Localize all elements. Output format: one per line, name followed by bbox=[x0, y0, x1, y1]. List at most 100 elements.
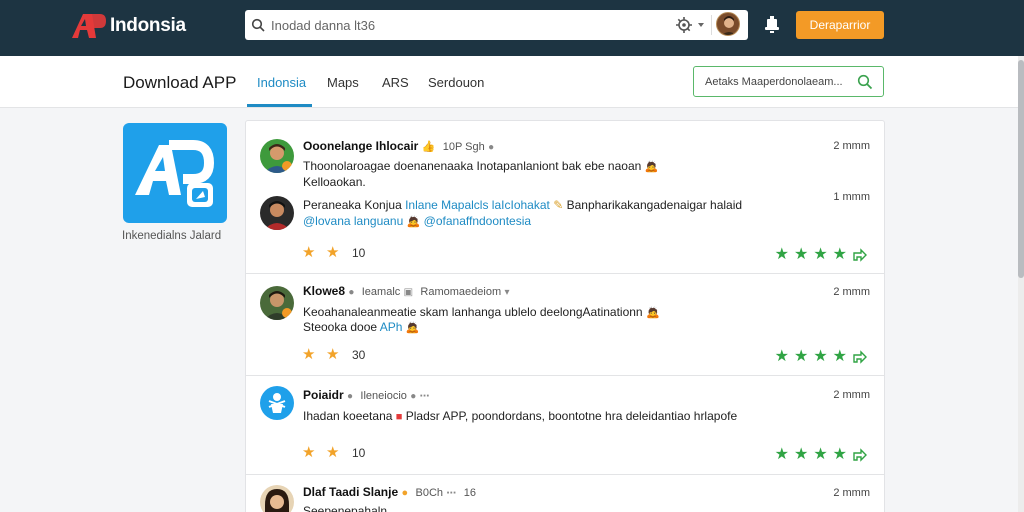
ap-logo-icon bbox=[72, 14, 106, 38]
author-name: Ooonelange Ihlocair bbox=[303, 139, 419, 153]
tab-indonsia[interactable]: Indonsia bbox=[257, 75, 306, 90]
star-icon[interactable]: ★ bbox=[302, 345, 315, 363]
avatar[interactable] bbox=[260, 286, 294, 320]
author-name: Dlaf Taadi Slanje bbox=[303, 485, 399, 499]
reply-rest: Banpharikakangadenaigar halaid bbox=[566, 198, 743, 212]
list-item: Ooonelange Ihlocair 👍 10P Sgh ● 2 mmm Th… bbox=[246, 121, 884, 274]
rating-star-icon: ★ bbox=[793, 348, 809, 365]
star-icon[interactable]: ★ bbox=[302, 243, 315, 261]
avatar[interactable] bbox=[260, 196, 294, 230]
rating-star-icon: ★ bbox=[774, 446, 789, 463]
tab-serdouon[interactable]: Serdouon bbox=[428, 75, 484, 90]
rating[interactable]: ★ ★ ★ ★ bbox=[775, 244, 868, 264]
pencil-icon: ✎ bbox=[553, 198, 564, 212]
avatar[interactable] bbox=[260, 386, 294, 420]
logo[interactable]: Indonsia bbox=[70, 12, 186, 40]
post-line: Keoahanaleanmeatie skam lanhanga ublelo … bbox=[303, 305, 643, 319]
chevron-down-icon[interactable]: ▾ bbox=[504, 287, 509, 298]
like-count: 10 bbox=[352, 446, 366, 460]
page-scrollbar[interactable] bbox=[1018, 56, 1024, 512]
badge-icon: ● bbox=[401, 487, 409, 499]
rating[interactable]: ★ ★ ★ ★ bbox=[775, 444, 868, 464]
page-title: Download APP bbox=[123, 73, 237, 92]
share-icon[interactable] bbox=[852, 348, 868, 364]
rating[interactable]: ★ ★ ★ ★ bbox=[775, 346, 868, 366]
badge-icon: ▣ bbox=[403, 287, 414, 298]
more-icon[interactable]: ⋯ bbox=[420, 391, 430, 402]
rating-star-icon: ★ bbox=[793, 246, 809, 263]
post-line: Thoonolaroagae doenanenaaka Inotapanlani… bbox=[303, 159, 642, 173]
notification-icon[interactable] bbox=[764, 16, 780, 34]
reply-text: Peraneaka Konjua Inlane Mapalcls laIcIoh… bbox=[303, 197, 742, 213]
info-icon: ● bbox=[410, 391, 417, 402]
post-line-2a: Steooka dooe bbox=[303, 320, 378, 334]
reply-link[interactable]: Inlane Mapalcls laIcIohakat bbox=[405, 198, 550, 212]
post-author[interactable]: Poiaidr ● Ileneiocio ● ⋯ bbox=[303, 388, 430, 402]
action-button[interactable]: Deraparrior bbox=[796, 11, 884, 39]
post-author[interactable]: Dlaf Taadi Slanje ● B0Ch ⋯ 16 bbox=[303, 485, 476, 499]
share-icon[interactable] bbox=[852, 446, 868, 462]
list-item: Klowe8 ● Ieamalc ▣ Ramomaedeiom ▾ 2 mmm … bbox=[246, 274, 884, 376]
post-meta: Ileneiocio bbox=[360, 390, 407, 402]
rating-star-icon: ★ bbox=[774, 246, 789, 263]
star-icon[interactable]: ★ bbox=[326, 345, 339, 363]
reply-time: 1 mmm bbox=[833, 191, 870, 203]
gear-icon[interactable] bbox=[675, 16, 693, 34]
tab-maps[interactable]: Maps bbox=[327, 75, 359, 90]
tab-ars[interactable]: ARS bbox=[382, 75, 409, 90]
emoji-icon: 🙇 bbox=[644, 161, 659, 173]
post-meta-2: Ramomaedeiom bbox=[420, 286, 502, 298]
emoji-icon: 🙇 bbox=[645, 307, 660, 319]
reply-mentions: @lovana languanu 🙇 @ofanaffndoontesia bbox=[303, 213, 531, 230]
info-icon: ● bbox=[348, 287, 355, 298]
author-name: Klowe8 bbox=[303, 284, 346, 298]
star-icon[interactable]: ★ bbox=[326, 443, 339, 461]
post-time: 2 mmm bbox=[833, 487, 870, 499]
like-count: 30 bbox=[352, 348, 366, 362]
active-tab-indicator bbox=[247, 104, 312, 107]
logo-text: Indonsia bbox=[110, 15, 186, 36]
filter-input[interactable] bbox=[705, 75, 855, 88]
rating-star-icon: ★ bbox=[774, 348, 789, 365]
emoji-icon: 🙇 bbox=[406, 216, 421, 228]
post-link[interactable]: APh bbox=[380, 320, 403, 334]
avatar[interactable] bbox=[260, 139, 294, 173]
post-author[interactable]: Klowe8 ● Ieamalc ▣ Ramomaedeiom ▾ bbox=[303, 284, 510, 298]
rating-star-icon: ★ bbox=[813, 446, 828, 463]
scroll-thumb[interactable] bbox=[1018, 60, 1024, 278]
info-icon[interactable]: ● bbox=[488, 142, 494, 153]
search-input[interactable] bbox=[271, 12, 671, 38]
star-icon[interactable]: ★ bbox=[302, 443, 315, 461]
filter-field[interactable] bbox=[693, 66, 884, 97]
share-icon[interactable] bbox=[852, 246, 868, 262]
rating-star-icon: ★ bbox=[813, 246, 828, 263]
rating-star-icon: ★ bbox=[813, 348, 828, 365]
post-time: 2 mmm bbox=[833, 389, 870, 401]
info-icon: ● bbox=[347, 391, 354, 402]
rating-star-icon: ★ bbox=[832, 246, 847, 263]
star-icon[interactable]: ★ bbox=[326, 243, 339, 261]
emoji-icon: 🙇 bbox=[405, 322, 420, 334]
reply-author[interactable]: Peraneaka Konjua bbox=[303, 198, 402, 212]
post-meta: 10P Sgh bbox=[442, 141, 485, 153]
post-meta-2: 16 bbox=[463, 487, 476, 499]
ap-app-logo-icon bbox=[135, 140, 215, 207]
mention-link[interactable]: @ofanaffndoontesia bbox=[424, 214, 531, 228]
post-line: Ihadan koeetana bbox=[303, 409, 393, 423]
more-icon: ⋯ bbox=[446, 488, 457, 499]
search-icon[interactable] bbox=[857, 74, 873, 90]
avatar[interactable] bbox=[260, 485, 294, 512]
post-author[interactable]: Ooonelange Ihlocair 👍 10P Sgh ● bbox=[303, 139, 494, 153]
comment-feed: Ooonelange Ihlocair 👍 10P Sgh ● 2 mmm Th… bbox=[245, 120, 885, 512]
subheader: Download APP Indonsia Maps ARS Serdouon bbox=[0, 56, 1018, 108]
search-bar[interactable] bbox=[245, 10, 748, 40]
app-icon[interactable] bbox=[123, 123, 227, 223]
user-avatar[interactable] bbox=[716, 12, 740, 36]
app-caption: Inkenedialns Jalard bbox=[122, 230, 222, 242]
post-meta: Ieamalc bbox=[361, 286, 401, 298]
post-time: 2 mmm bbox=[833, 286, 870, 298]
mention-link[interactable]: @lovana languanu bbox=[303, 214, 403, 228]
like-count: 10 bbox=[352, 246, 366, 260]
chevron-down-icon[interactable] bbox=[697, 21, 705, 29]
emoji-icon: ■ bbox=[395, 411, 403, 423]
